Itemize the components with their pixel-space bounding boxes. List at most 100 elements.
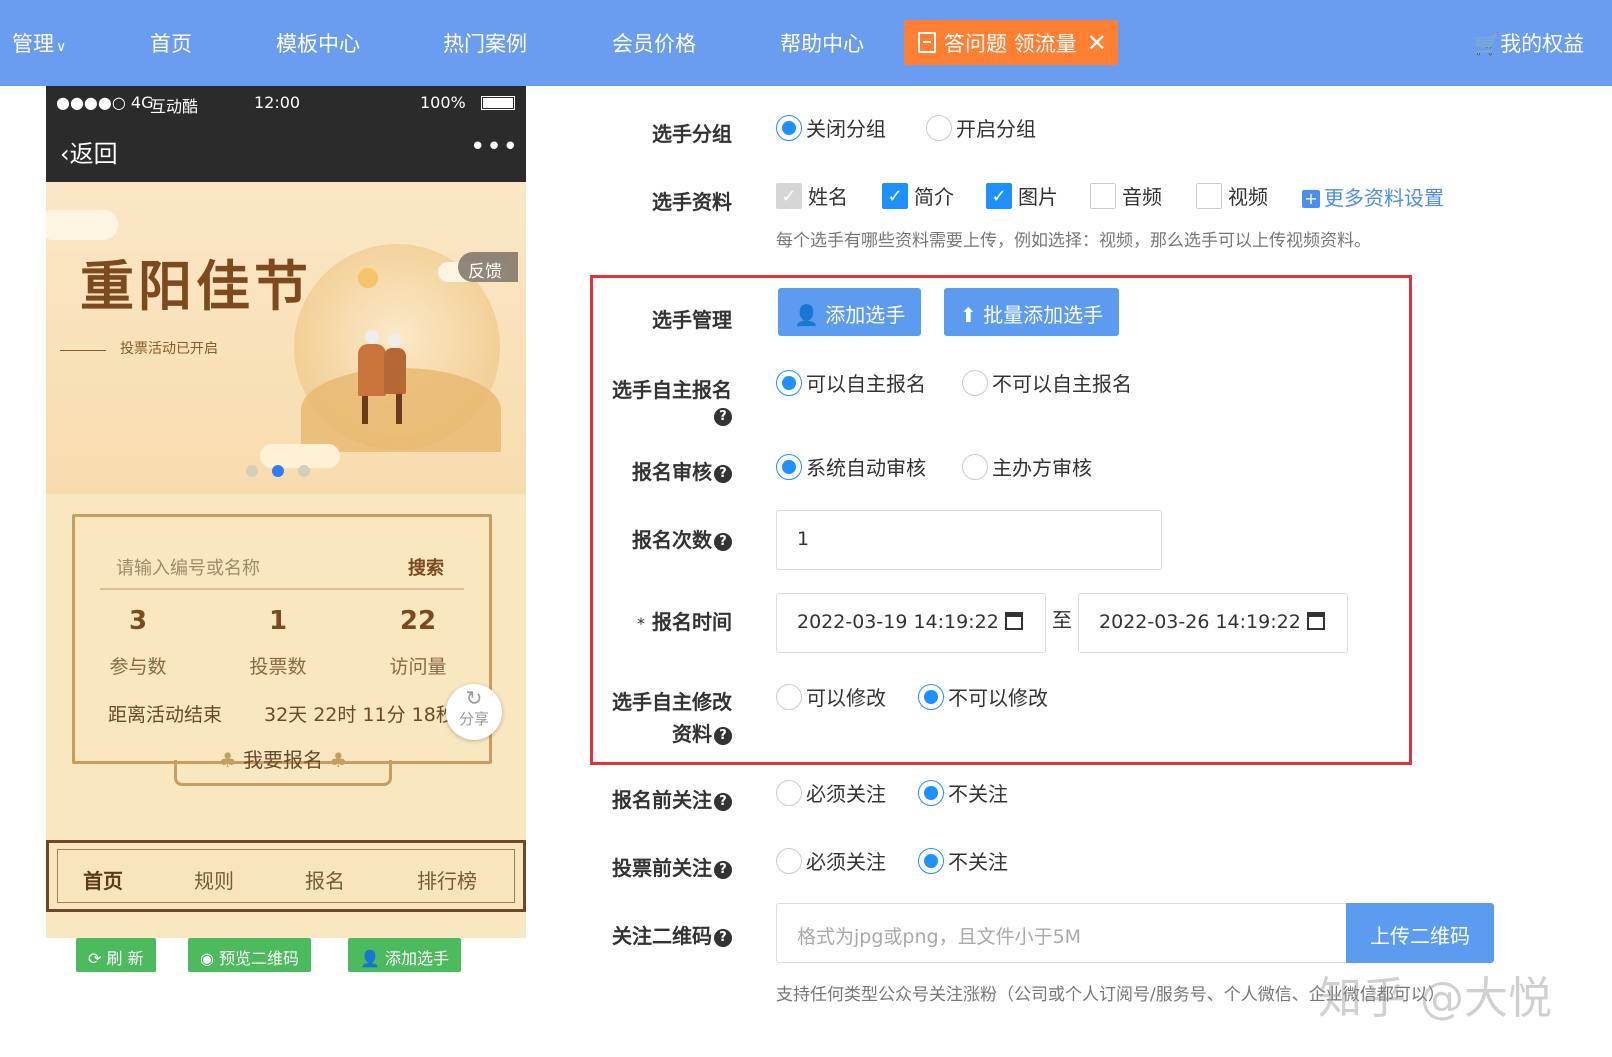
stat-votes-label: 投票数: [249, 656, 307, 678]
radio-allow-edit-label: 可以修改: [806, 686, 886, 710]
times-label: 报名次数?: [532, 524, 732, 553]
radio-auto-review[interactable]: 系统自动审核: [776, 452, 926, 481]
radio-auto-review-label: 系统自动审核: [806, 456, 926, 480]
signup-button[interactable]: ♣ 我要报名 ♣: [170, 736, 396, 786]
nav-item-cases[interactable]: 热门案例: [443, 28, 527, 58]
radio-allow-self-signup[interactable]: 可以自主报名: [776, 368, 926, 397]
carousel-dots[interactable]: [246, 462, 324, 481]
radio-allow-edit[interactable]: 可以修改: [776, 682, 886, 711]
nav-item-pricing[interactable]: 会员价格: [612, 28, 696, 58]
follow-before-signup-label: 报名前关注?: [532, 784, 732, 813]
checkbox-video[interactable]: 视频: [1196, 181, 1268, 210]
qrcode-file-input[interactable]: 格式为jpg或png，且文件小于5M: [776, 903, 1346, 963]
refresh-icon: ⟳: [88, 949, 107, 968]
self-signup-label: 选手自主报名?: [532, 374, 732, 427]
nav-manage-dropdown[interactable]: 管理 ∨: [12, 28, 66, 58]
radio-deny-edit[interactable]: 不可以修改: [918, 682, 1048, 711]
preview-qrcode-label: 预览二维码: [219, 949, 300, 968]
add-contestant-button-label: 添加选手: [825, 303, 906, 327]
checkbox-audio[interactable]: 音频: [1090, 181, 1162, 210]
tree-icon: ♣: [218, 748, 237, 772]
phone-tab-signup[interactable]: 报名: [305, 865, 345, 894]
calendar-icon[interactable]: [1306, 612, 1325, 630]
back-button[interactable]: ‹返回: [60, 134, 118, 169]
preview-qrcode-button[interactable]: ◉ 预览二维码: [188, 938, 312, 972]
qrcode-label: 关注二维码?: [532, 920, 732, 949]
review-label: 报名审核?: [532, 456, 732, 485]
batch-add-button[interactable]: ⬆ 批量添加选手: [944, 288, 1120, 336]
qrcode-label-text: 关注二维码: [612, 924, 712, 948]
share-button[interactable]: ↻ 分享: [446, 684, 502, 740]
radio-deny-self-signup[interactable]: 不可以自主报名: [962, 368, 1132, 397]
chevron-down-icon: ∨: [56, 39, 67, 55]
radio-host-review[interactable]: 主办方审核: [962, 452, 1092, 481]
share-label: 分享: [458, 710, 489, 728]
checkbox-intro-label: 简介: [914, 185, 954, 209]
phone-tab-rules[interactable]: 规则: [194, 865, 234, 894]
more-info-settings-link[interactable]: + 更多资料设置: [1302, 182, 1444, 211]
radio-signup-no-follow-label: 不关注: [948, 782, 1008, 806]
nav-item-home[interactable]: 首页: [150, 28, 192, 58]
radio-deny-self-signup-label: 不可以自主报名: [992, 372, 1132, 396]
help-icon[interactable]: ?: [714, 793, 732, 811]
help-icon[interactable]: ?: [714, 727, 732, 745]
signal-indicator: ●●●●○ 4G: [56, 93, 154, 112]
self-edit-label-line1: 选手自主修改: [612, 690, 732, 714]
info-hint: 每个选手有哪些资料需要上传，例如选择：视频，那么选手可以上传视频资料。: [776, 231, 1371, 251]
checkbox-image[interactable]: ✓ 图片: [986, 181, 1058, 210]
start-date-value: 2022-03-19 14:19:22: [797, 611, 999, 633]
manage-label: 选手管理: [652, 308, 732, 332]
feedback-button[interactable]: 反馈: [458, 252, 518, 282]
phone-tab-ranking[interactable]: 排行榜: [417, 865, 477, 894]
radio-close-group-label: 关闭分组: [806, 117, 886, 141]
signup-times-input[interactable]: 1: [776, 510, 1162, 570]
phone-tab-home[interactable]: 首页: [83, 865, 123, 894]
radio-vote-no-follow[interactable]: 不关注: [918, 846, 1008, 875]
event-banner[interactable]: 重阳佳节 投票活动已开启 反馈: [46, 182, 526, 494]
checkbox-name: ✓ 姓名: [776, 181, 848, 210]
end-date-input[interactable]: 2022-03-26 14:19:22: [1078, 593, 1348, 653]
start-date-input[interactable]: 2022-03-19 14:19:22: [776, 593, 1046, 653]
info-label: 选手资料: [652, 190, 732, 214]
nav-item-help[interactable]: 帮助中心: [780, 28, 864, 58]
battery-icon: [481, 96, 515, 110]
elderly-couple-illustration: [356, 330, 420, 426]
radio-close-group[interactable]: 关闭分组: [776, 113, 886, 142]
add-contestant-button[interactable]: 👤 添加选手: [778, 288, 922, 336]
close-icon[interactable]: ✕: [1087, 29, 1107, 57]
battery-percent: 100%: [420, 93, 466, 112]
my-rights-link[interactable]: 🛒我的权益: [1474, 28, 1584, 58]
date-range-separator: 至: [1052, 608, 1072, 632]
follow-before-signup-text: 报名前关注: [612, 788, 712, 812]
help-icon[interactable]: ?: [714, 533, 732, 551]
stat-votes-value: 1: [268, 606, 288, 636]
search-underline: [100, 588, 464, 590]
search-input[interactable]: 请输入编号或名称: [116, 554, 260, 580]
checkbox-intro[interactable]: ✓ 简介: [882, 181, 954, 210]
help-icon[interactable]: ?: [714, 465, 732, 483]
radio-deny-edit-label: 不可以修改: [948, 686, 1048, 710]
help-icon[interactable]: ?: [714, 408, 732, 426]
search-button[interactable]: 搜索: [408, 554, 444, 580]
radio-signup-no-follow[interactable]: 不关注: [918, 778, 1008, 807]
calendar-icon[interactable]: [1004, 612, 1023, 630]
refresh-button[interactable]: ⟳ 刷 新: [76, 938, 156, 972]
more-icon[interactable]: •••: [470, 132, 519, 162]
my-rights-label: 我的权益: [1500, 32, 1585, 56]
nav-item-templates[interactable]: 模板中心: [276, 28, 360, 58]
radio-signup-must-follow[interactable]: 必须关注: [776, 778, 886, 807]
help-icon[interactable]: ?: [714, 861, 732, 879]
period-label: * 报名时间: [532, 606, 732, 635]
self-edit-label: 选手自主修改 资料?: [532, 686, 732, 750]
radio-vote-must-follow[interactable]: 必须关注: [776, 846, 886, 875]
radio-open-group[interactable]: 开启分组: [926, 113, 1036, 142]
help-icon[interactable]: ?: [714, 929, 732, 947]
radio-allow-self-signup-label: 可以自主报名: [806, 372, 926, 396]
status-time: 12:00: [254, 93, 301, 112]
batch-add-label: 批量添加选手: [983, 303, 1104, 327]
stat-participants-value: 3: [128, 606, 148, 636]
upload-qrcode-button[interactable]: 上传二维码: [1346, 903, 1494, 963]
back-label: 返回: [69, 140, 118, 168]
add-contestant-button-green[interactable]: 👤 添加选手: [348, 938, 462, 972]
promo-button[interactable]: 答问题 领流量 ✕: [904, 20, 1118, 65]
